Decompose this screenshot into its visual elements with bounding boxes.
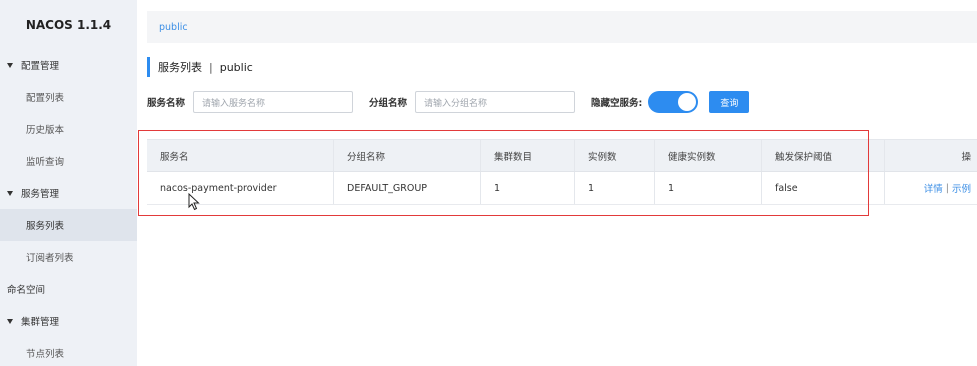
title-separator: | [209, 60, 213, 74]
sidebar-group-label: 配置管理 [21, 61, 60, 72]
sidebar-group-config[interactable]: 配置管理 [0, 49, 137, 81]
header-instance-count: 实例数 [575, 140, 655, 171]
sidebar-item-listener-query[interactable]: 监听查询 [0, 145, 137, 177]
service-name-input[interactable]: 请输入服务名称 [193, 91, 354, 113]
detail-link[interactable]: 详情 [924, 181, 943, 195]
service-name-label: 服务名称 [147, 98, 186, 109]
table-header: 服务名 分组名称 集群数目 实例数 健康实例数 触发保护阈值 操 [147, 140, 977, 172]
sidebar-item-service-list[interactable]: 服务列表 [0, 209, 137, 241]
caret-down-icon [7, 318, 13, 324]
sidebar-item-node-list[interactable]: 节点列表 [0, 337, 137, 366]
table-row: nacos-payment-provider DEFAULT_GROUP 1 1… [147, 172, 977, 205]
page-title: 服务列表 [158, 61, 202, 74]
group-name-input[interactable]: 请输入分组名称 [415, 91, 576, 113]
mouse-cursor-icon [188, 193, 200, 211]
sample-code-link[interactable]: 示例 [952, 181, 971, 195]
sidebar-group-label: 服务管理 [21, 189, 60, 200]
hide-empty-label: 隐藏空服务: [591, 98, 643, 109]
namespace-link[interactable]: public [159, 22, 188, 33]
cell-group-name: DEFAULT_GROUP [334, 172, 481, 204]
page-namespace: public [219, 60, 253, 74]
caret-down-icon [7, 190, 13, 196]
hide-empty-toggle[interactable] [648, 91, 699, 113]
sidebar-item-history[interactable]: 历史版本 [0, 113, 137, 145]
header-cluster-count: 集群数目 [481, 140, 575, 171]
app-logo: NACOS 1.1.4 [25, 17, 112, 32]
group-name-label: 分组名称 [369, 98, 408, 109]
header-service-name: 服务名 [147, 140, 334, 171]
cell-instance-count: 1 [575, 172, 655, 204]
header-healthy-count: 健康实例数 [655, 140, 762, 171]
query-button[interactable]: 查询 [709, 91, 750, 113]
sidebar-group-cluster[interactable]: 集群管理 [0, 305, 137, 337]
filter-row: 服务名称 请输入服务名称 分组名称 请输入分组名称 隐藏空服务: 查询 [147, 90, 750, 114]
sidebar-item-subscriber-list[interactable]: 订阅者列表 [0, 241, 137, 273]
sidebar: NACOS 1.1.4 配置管理 配置列表 历史版本 监听查询 服务管理 服务列… [0, 0, 137, 366]
sidebar-group-label: 集群管理 [21, 317, 60, 328]
title-accent-bar [147, 57, 150, 77]
page-title-row: 服务列表 | public [147, 56, 253, 78]
namespace-bar: public [147, 11, 977, 43]
sidebar-item-config-list[interactable]: 配置列表 [0, 81, 137, 113]
header-group-name: 分组名称 [334, 140, 481, 171]
cell-protect-threshold: false [762, 172, 885, 204]
op-separator: | [945, 182, 949, 194]
caret-down-icon [7, 62, 13, 68]
header-operations: 操 [961, 151, 971, 163]
sidebar-item-namespace[interactable]: 命名空间 [0, 273, 137, 305]
cell-cluster-count: 1 [481, 172, 575, 204]
cell-healthy-count: 1 [655, 172, 762, 204]
service-table: 服务名 分组名称 集群数目 实例数 健康实例数 触发保护阈值 操 nacos-p… [147, 139, 977, 205]
cell-operations: 详情 | 示例 [885, 172, 977, 204]
header-protect-threshold: 触发保护阈值 [762, 140, 885, 171]
cell-service-name: nacos-payment-provider [147, 172, 334, 204]
toggle-knob [678, 93, 697, 111]
sidebar-group-service[interactable]: 服务管理 [0, 177, 137, 209]
